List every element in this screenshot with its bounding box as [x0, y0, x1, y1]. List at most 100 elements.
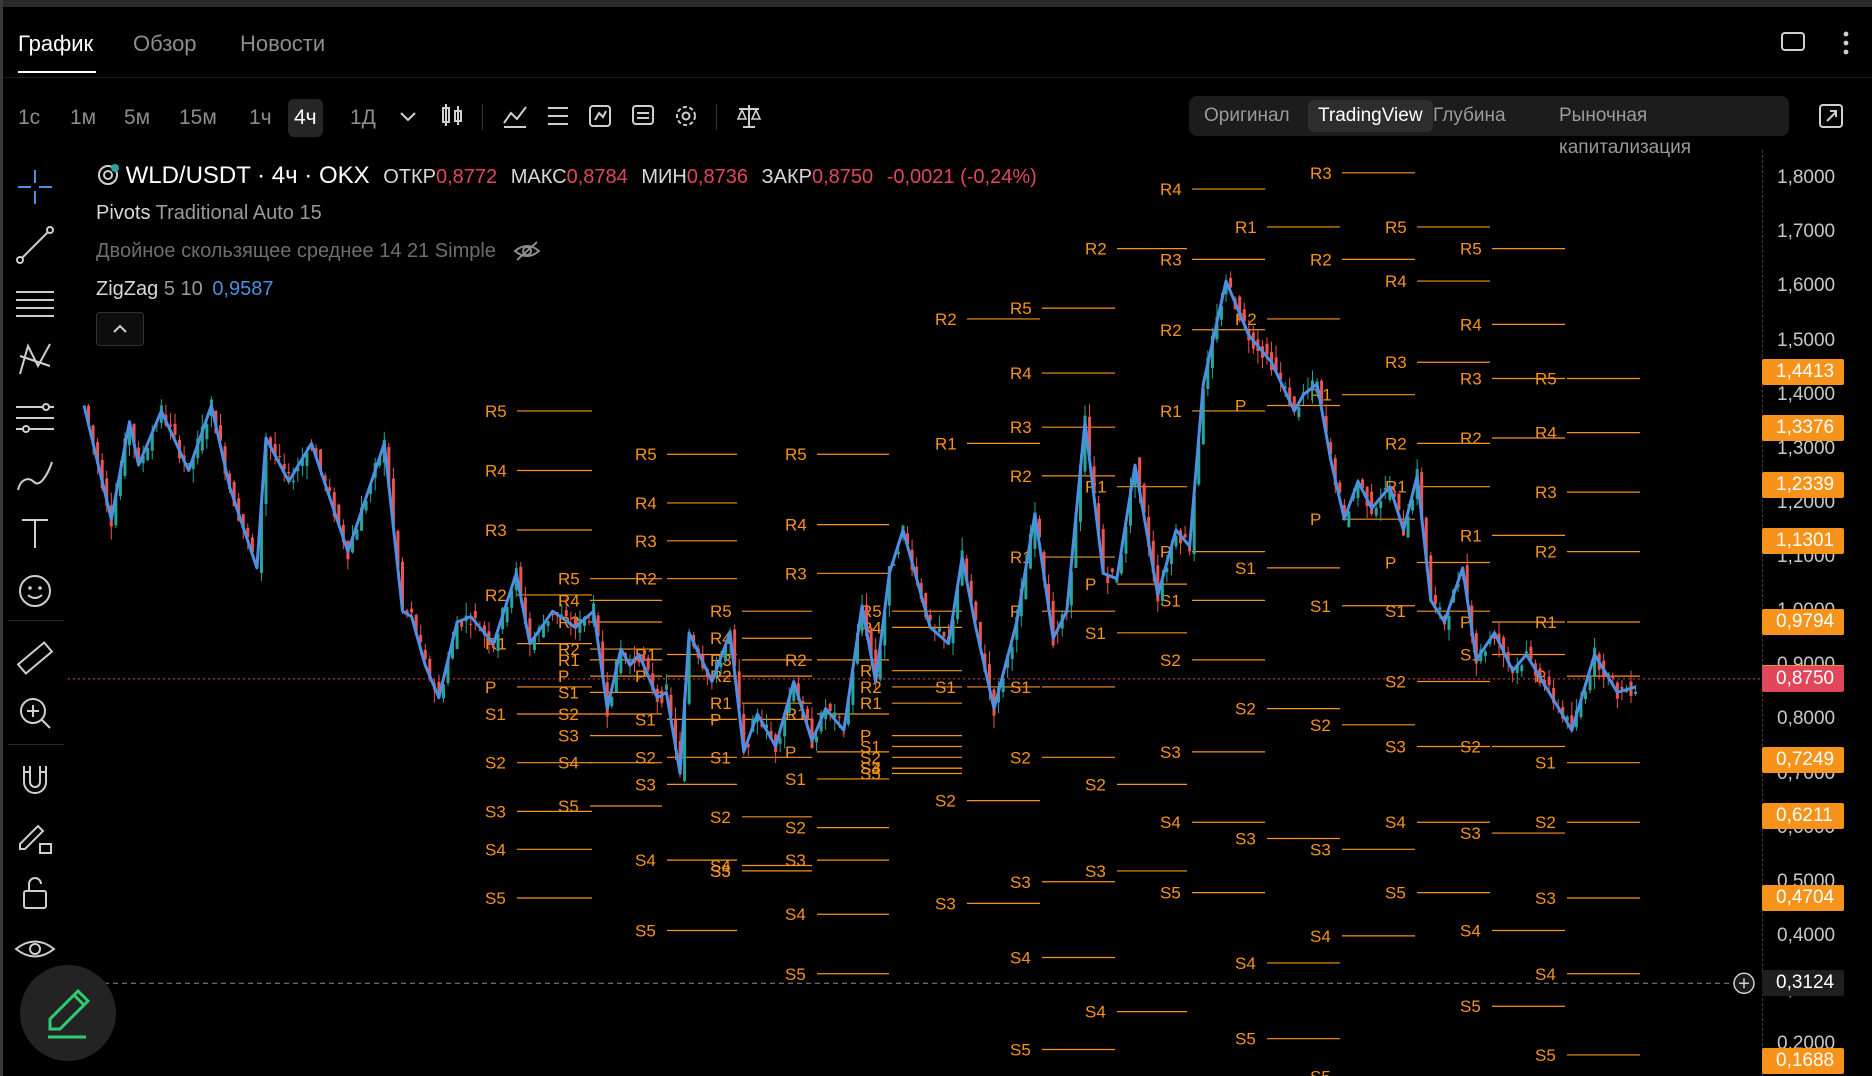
pivot-price-tag: 1,3376 — [1762, 415, 1844, 442]
parallel-channel-icon[interactable] — [12, 395, 58, 441]
candle — [546, 621, 550, 632]
candle — [1483, 649, 1487, 663]
pivot-label: S4 — [1310, 927, 1331, 946]
legend-row-ma[interactable]: Двойное скользящее среднее 14 21 Simple — [96, 240, 542, 263]
pivot-label: S4 — [1535, 965, 1556, 984]
sidebar-divider — [8, 744, 64, 745]
pivot-label: R5 — [485, 402, 507, 421]
pivot-label: S3 — [485, 802, 506, 821]
active-tab-indicator — [18, 71, 96, 73]
zoom-in-icon[interactable] — [12, 690, 58, 736]
timeframe-1d[interactable]: 1Д — [344, 99, 382, 137]
pivot-label: S2 — [1310, 716, 1331, 735]
pivot-label: R1 — [1460, 526, 1482, 545]
legend-row-zigzag[interactable]: ZigZag 5 10 0,9587 — [96, 278, 273, 301]
price-chart[interactable]: R5 R4 R3 R2 R1 P S1 S2 S3 S4 S5 R5 R4 R3 R2 R1 P S1 S2 S3 S4… — [68, 150, 1762, 1076]
candles-icon[interactable] — [437, 99, 467, 133]
open-label: ОТКР — [383, 166, 436, 188]
tab-chart[interactable]: График — [18, 31, 93, 57]
timeframe-1h[interactable]: 1ч — [243, 99, 278, 137]
tab-news[interactable]: Новости — [240, 31, 325, 57]
pattern-icon[interactable] — [12, 336, 58, 382]
pivot-label: R1 — [935, 434, 957, 453]
candle — [655, 684, 659, 715]
list-icon[interactable] — [543, 99, 573, 133]
chart-toolbar: 1с 1м 5м 15м 1ч 4ч 1Д Оригинал TradingVi… — [0, 80, 1872, 158]
tab-overview[interactable]: Обзор — [133, 31, 197, 57]
lock-pencil-icon[interactable] — [12, 814, 58, 860]
price-tick-label: 1,3000 — [1777, 437, 1836, 459]
pivot-label: R3 — [1385, 353, 1407, 372]
chevron-down-icon[interactable] — [393, 99, 423, 133]
timeframe-15m[interactable]: 15м — [173, 99, 223, 137]
zigzag-params: 5 10 — [163, 278, 203, 300]
fib-lines-icon[interactable] — [12, 280, 58, 326]
pivot-label: P — [710, 710, 721, 729]
pivot-label: S4 — [1085, 1003, 1106, 1022]
brush-icon[interactable] — [12, 452, 58, 498]
pivot-label: S1 — [1385, 602, 1406, 621]
window-icon[interactable] — [1780, 31, 1806, 58]
timeframe-1m[interactable]: 1м — [64, 99, 102, 137]
fullscreen-icon[interactable] — [1816, 99, 1846, 133]
pivot-label: R4 — [485, 461, 507, 480]
price-tick-label: 0,4000 — [1777, 924, 1836, 946]
pivot-label: R4 — [1160, 180, 1182, 199]
pivot-label: S1 — [485, 705, 506, 724]
unlock-icon[interactable] — [12, 870, 58, 916]
coin-icon — [96, 164, 120, 188]
timeframe-4h[interactable]: 4ч — [288, 99, 323, 137]
crosshair-icon[interactable] — [12, 164, 58, 210]
view-depth[interactable]: Глубина — [1423, 100, 1516, 132]
pivot-label: S3 — [635, 775, 656, 794]
more-icon[interactable] — [1840, 29, 1852, 62]
eye-off-icon[interactable] — [502, 240, 542, 262]
chevron-up-icon — [113, 324, 127, 333]
zigzag-value: 0,9587 — [212, 278, 274, 300]
scale-icon[interactable] — [734, 99, 764, 133]
view-market-cap[interactable]: Рыночная капитализация — [1549, 100, 1789, 158]
pivot-label: S1 — [935, 678, 956, 697]
candle — [664, 674, 668, 693]
pivot-label: R3 — [1010, 418, 1032, 437]
view-original[interactable]: Оригинал — [1194, 100, 1300, 132]
price-tick-label: 1,6000 — [1777, 275, 1836, 297]
pivot-label: R4 — [1385, 272, 1407, 291]
timeframe-1s[interactable]: 1с — [12, 99, 46, 137]
pivot-label: S1 — [1535, 754, 1556, 773]
pivot-label: S1 — [1310, 597, 1331, 616]
pivot-label: R5 — [1535, 369, 1557, 388]
compare-icon[interactable] — [628, 99, 658, 133]
pivot-label: S4 — [635, 851, 656, 870]
pivot-label: R2 — [1085, 240, 1107, 259]
pivot-label: P — [485, 678, 496, 697]
pivots-name: Pivots — [96, 202, 151, 224]
pivot-label: R5 — [785, 445, 807, 464]
candle — [1183, 525, 1187, 539]
indicators-icon[interactable] — [500, 99, 530, 133]
trend-line-icon[interactable] — [12, 222, 58, 268]
settings-icon[interactable] — [671, 99, 701, 133]
replay-icon[interactable] — [585, 99, 615, 133]
collapse-legend-button[interactable] — [96, 312, 144, 346]
pivot-label: R3 — [1310, 164, 1332, 183]
pivot-label: R2 — [1160, 321, 1182, 340]
legend-row-pivots[interactable]: Pivots Traditional Auto 15 — [96, 202, 322, 225]
draw-fab-button[interactable] — [20, 965, 116, 1061]
pivot-label: S4 — [1235, 954, 1256, 973]
pivot-label: S3 — [1235, 829, 1256, 848]
pivot-label: R5 — [558, 570, 580, 589]
magnet-icon[interactable] — [12, 756, 58, 802]
text-icon[interactable] — [12, 510, 58, 556]
pivot-label: S5 — [1310, 1068, 1331, 1076]
ruler-icon[interactable] — [12, 635, 58, 681]
emoji-icon[interactable] — [12, 568, 58, 614]
timeframe-5m[interactable]: 5м — [118, 99, 156, 137]
close-label: ЗАКР — [761, 166, 812, 188]
view-tradingview[interactable]: TradingView — [1308, 100, 1433, 132]
pivot-label: S5 — [860, 765, 881, 784]
pivot-label: R1 — [1160, 402, 1182, 421]
pivot-label: R5 — [1010, 299, 1032, 318]
candle — [1520, 663, 1524, 677]
pivot-label: P — [1085, 575, 1096, 594]
